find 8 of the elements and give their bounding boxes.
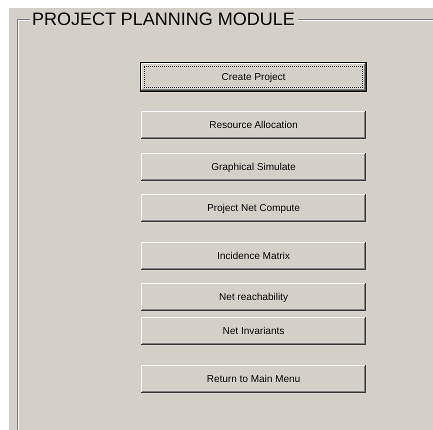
menu-button[interactable]: Graphical Simulate — [141, 153, 366, 181]
menu-button[interactable]: Return to Main Menu — [141, 365, 366, 393]
menu-button[interactable]: Create Project — [141, 63, 366, 91]
menu-button[interactable]: Incidence Matrix — [141, 242, 366, 270]
menu-button[interactable]: Project Net Compute — [141, 194, 366, 222]
menu-button[interactable]: Resource Allocation — [141, 111, 366, 139]
menu-button[interactable]: Net Invariants — [141, 317, 366, 345]
menu-button[interactable]: Net reachability — [141, 283, 366, 311]
